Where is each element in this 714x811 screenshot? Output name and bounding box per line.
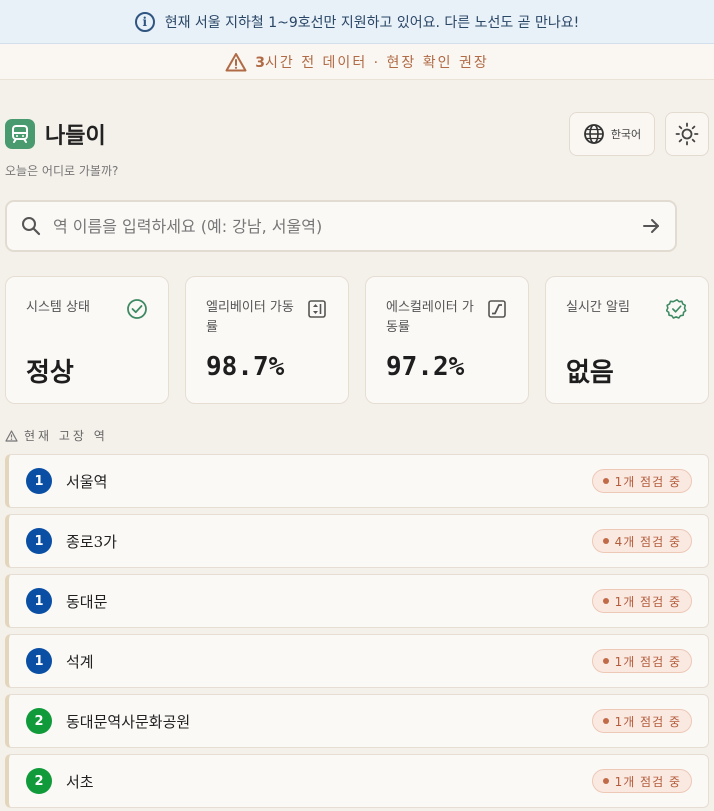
globe-icon: [583, 124, 604, 144]
info-banner: i 현재 서울 지하철 1~9호선만 지원하고 있어요. 다른 노선도 곧 만나…: [0, 0, 714, 44]
status-text: 1개 점검 중: [614, 594, 681, 609]
broken-station-list: 1 서울역 1개 점검 중 1 종로3가 4개 점검 중 1 동대문 1개 점검…: [5, 454, 709, 811]
status-dot: [602, 538, 609, 544]
language-label: 한국어: [610, 128, 642, 141]
sun-icon: [675, 122, 699, 146]
stat-label: 시스템 상태: [26, 300, 90, 315]
station-name: 서울역: [66, 472, 108, 491]
stat-value: 없음: [566, 358, 614, 388]
stat-card-realtime-alerts: 실시간 알림 없음: [545, 276, 709, 404]
section-title-text: 현재 고장 역: [24, 429, 108, 443]
brand: 나들이: [5, 118, 106, 150]
status-dot: [602, 598, 609, 604]
stat-card-elevator: 엘리베이터 가동률 98.7%: [185, 276, 349, 404]
station-row[interactable]: 1 종로3가 4개 점검 중: [5, 514, 709, 568]
station-name: 종로3가: [66, 532, 117, 551]
theme-toggle-button[interactable]: [665, 112, 709, 156]
station-name: 서초: [66, 772, 94, 791]
stat-label: 에스컬레이터 가동률: [386, 300, 474, 335]
status-text: 4개 점검 중: [614, 534, 681, 549]
section-title: 현재 고장 역: [5, 427, 108, 444]
status-badge: 1개 점검 중: [591, 589, 692, 613]
warning-small-icon: [5, 429, 18, 442]
station-row[interactable]: 2 서초 1개 점검 중: [5, 754, 709, 808]
status-badge: 1개 점검 중: [591, 709, 692, 733]
status-text: 1개 점검 중: [614, 654, 681, 669]
station-row[interactable]: 1 동대문 1개 점검 중: [5, 574, 709, 628]
stat-value: 정상: [26, 358, 74, 388]
check-circle-icon: [126, 298, 148, 320]
language-button[interactable]: 한국어: [569, 112, 655, 156]
line-badge: 1: [26, 468, 52, 494]
station-row[interactable]: 1 서울역 1개 점검 중: [5, 454, 709, 508]
stat-label: 엘리베이터 가동률: [206, 300, 294, 335]
page-title: 나들이: [45, 124, 106, 149]
stat-value: 98.7%: [206, 352, 285, 382]
escalator-icon: [486, 298, 508, 320]
line-badge: 1: [26, 528, 52, 554]
station-name: 동대문역사문화공원: [66, 712, 191, 731]
status-dot: [602, 718, 609, 724]
status-badge: 1개 점검 중: [591, 769, 692, 793]
status-text: 1개 점검 중: [614, 714, 681, 729]
info-icon: i: [134, 11, 155, 32]
station-row[interactable]: 2 동대문역사문화공원 1개 점검 중: [5, 694, 709, 748]
line-badge: 2: [26, 708, 52, 734]
elevator-icon: [306, 298, 328, 320]
status-dot: [602, 778, 609, 784]
stat-card-escalator: 에스컬레이터 가동률 97.2%: [365, 276, 529, 404]
station-search: [5, 200, 677, 252]
status-badge: 4개 점검 중: [591, 529, 692, 553]
train-logo-icon: [5, 119, 35, 149]
line-badge: 2: [26, 768, 52, 794]
line-badge: 1: [26, 648, 52, 674]
arrow-right-icon[interactable]: [641, 216, 661, 236]
stat-label: 실시간 알림: [566, 300, 630, 315]
station-name: 동대문: [66, 592, 108, 611]
station-row[interactable]: 1 석계 1개 점검 중: [5, 634, 709, 688]
line-badge: 1: [26, 588, 52, 614]
search-icon: [22, 217, 41, 236]
stale-data-text: 시간 전 데이터 · 현장 확인 권장: [265, 54, 489, 71]
stale-hours: 3: [255, 54, 266, 71]
warning-icon: [225, 52, 247, 71]
verified-badge-icon: [666, 298, 688, 320]
status-dot: [602, 658, 609, 664]
status-text: 1개 점검 중: [614, 474, 681, 489]
status-text: 1개 점검 중: [614, 774, 681, 789]
stale-data-banner: 3시간 전 데이터 · 현장 확인 권장: [0, 44, 714, 80]
info-banner-text: 현재 서울 지하철 1~9호선만 지원하고 있어요. 다른 노선도 곧 만나요!: [164, 14, 580, 31]
stat-value: 97.2%: [386, 352, 465, 382]
status-dot: [602, 478, 609, 484]
status-badge: 1개 점검 중: [591, 469, 692, 493]
stat-card-system-status: 시스템 상태 정상: [5, 276, 169, 404]
tagline: 오늘은 어디로 가볼까?: [5, 164, 119, 178]
search-input[interactable]: [53, 216, 629, 236]
station-name: 석계: [66, 652, 94, 671]
status-badge: 1개 점검 중: [591, 649, 692, 673]
